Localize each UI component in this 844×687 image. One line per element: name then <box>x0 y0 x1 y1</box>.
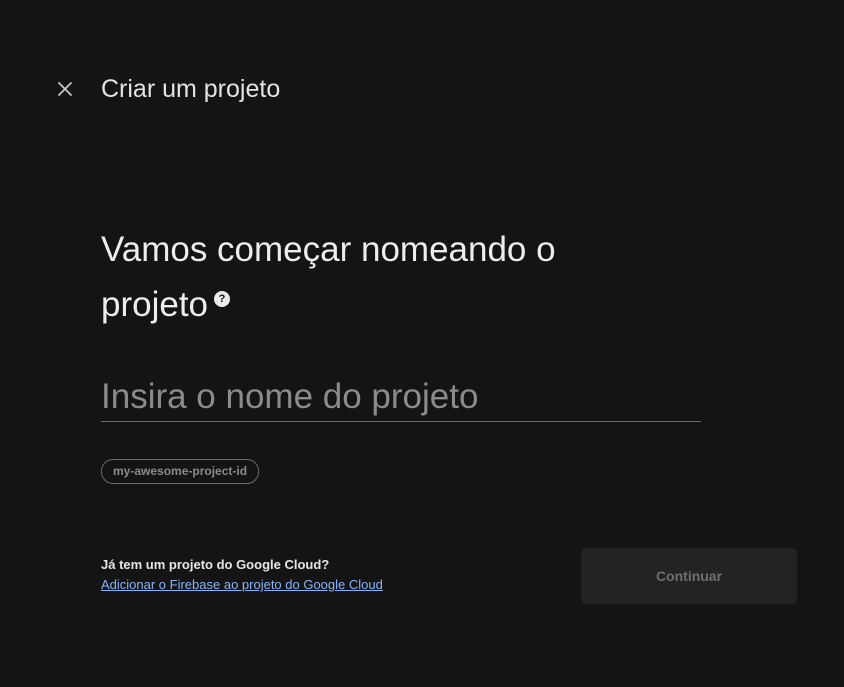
form-heading: Vamos começar nomeando o projeto? <box>101 222 621 332</box>
form-heading-text: Vamos começar nomeando o projeto <box>101 230 556 324</box>
project-id-chip[interactable]: my-awesome-project-id <box>101 459 260 484</box>
google-cloud-question: Já tem um projeto do Google Cloud? <box>101 557 330 572</box>
close-icon <box>58 82 72 96</box>
project-name-input[interactable] <box>101 372 701 422</box>
continue-button[interactable]: Continuar <box>581 548 797 604</box>
add-firebase-to-gcp-link[interactable]: Adicionar o Firebase ao projeto do Googl… <box>101 577 383 592</box>
help-icon[interactable]: ? <box>214 291 231 307</box>
close-button[interactable] <box>52 76 78 102</box>
page-title: Criar um projeto <box>101 75 281 103</box>
